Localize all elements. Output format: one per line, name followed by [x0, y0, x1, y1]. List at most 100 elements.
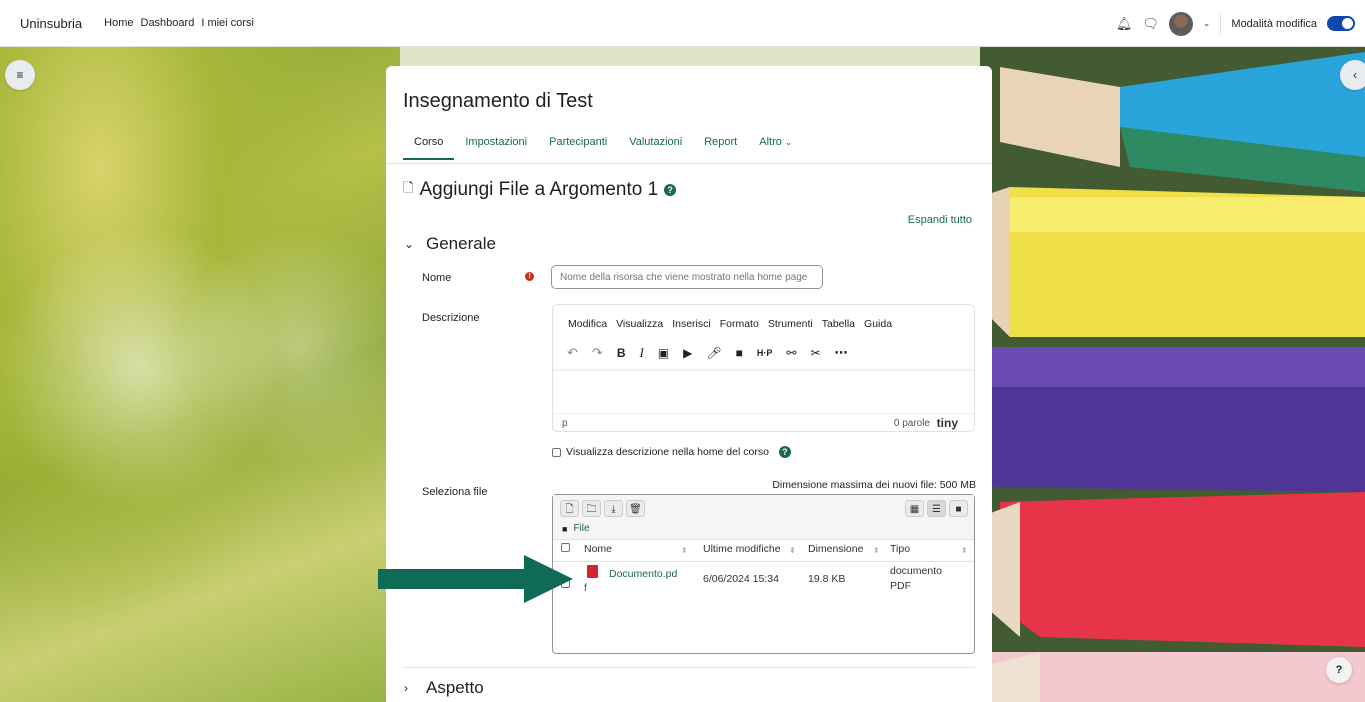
sort-icon[interactable]: ⬍ — [681, 546, 688, 555]
redo-icon[interactable]: ↷ — [592, 345, 603, 361]
tab-partecipanti[interactable]: Partecipanti — [538, 136, 618, 160]
tab-valutazioni[interactable]: Valutazioni — [618, 136, 693, 160]
file-manager-path: ■ File — [562, 523, 590, 534]
name-label: Nome — [422, 272, 452, 284]
file-manager-toolbar: 🗋︎ 🗀︎ ⤓ 🗑︎ ▦ ☰ ■ ■ File — [553, 495, 974, 540]
edit-mode-toggle[interactable] — [1327, 16, 1355, 31]
user-controls: 🔔︎ 🗨︎ ⌄ Modalità modifica — [1116, 0, 1355, 47]
tab-altro[interactable]: Altro ⌄ — [748, 136, 803, 160]
description-editor: Modifica Visualizza Inserisci Formato St… — [552, 304, 975, 432]
h5p-icon[interactable]: H·P — [757, 348, 773, 358]
show-description-row: Visualizza descrizione nella home del co… — [552, 446, 791, 458]
tree-view-folder-icon[interactable]: ■ — [949, 500, 968, 517]
show-description-label: Visualizza descrizione nella home del co… — [566, 446, 769, 458]
editor-menu-guida[interactable]: Guida — [864, 318, 892, 330]
editor-element-path[interactable]: p — [562, 418, 568, 429]
page-heading-text: Aggiungi File a Argomento 1 — [419, 179, 659, 200]
column-name[interactable]: Nome — [584, 543, 612, 555]
editor-menu-tabella[interactable]: Tabella — [822, 318, 855, 330]
navbar-divider — [1220, 13, 1222, 34]
help-question-button[interactable]: ? — [1326, 657, 1352, 683]
tiny-logo-text: tiny — [936, 416, 958, 430]
unlink-icon[interactable]: ✂ — [810, 346, 820, 360]
page-heading: 🗋︎ Aggiungi File a Argomento 1 ? — [403, 179, 677, 201]
user-menu-chevron-down-icon[interactable]: ⌄ — [1203, 18, 1211, 29]
description-label: Descrizione — [422, 312, 480, 324]
background-pencils — [980, 47, 1365, 702]
section-generale-toggle[interactable]: ⌄ Generale — [404, 234, 496, 254]
file-manager: 🗋︎ 🗀︎ ⤓ 🗑︎ ▦ ☰ ■ ■ File Nome ⬍ Ultime mo… — [552, 494, 975, 654]
media-icon[interactable]: ▶ — [683, 346, 692, 360]
edit-mode-label: Modalità modifica — [1231, 17, 1317, 30]
file-name-line1[interactable]: Documento.pd — [609, 568, 677, 580]
messages-chat-icon[interactable]: 🗨︎ — [1142, 16, 1159, 32]
tab-impostazioni[interactable]: Impostazioni — [454, 136, 538, 160]
notifications-bell-icon[interactable]: 🔔︎ — [1116, 16, 1133, 32]
more-options-icon[interactable]: ⋯ — [835, 345, 848, 361]
file-size: 19.8 KB — [808, 573, 846, 585]
grid-view-icon[interactable]: ▦ — [905, 500, 924, 517]
sort-icon[interactable]: ⬍ — [961, 546, 968, 555]
tiny-logo: tiny — [937, 416, 958, 430]
file-table-header: Nome ⬍ Ultime modifiche ⬍ Dimensione ⬍ T… — [553, 539, 974, 562]
column-type[interactable]: Tipo — [890, 543, 910, 555]
tab-report[interactable]: Report — [693, 136, 748, 160]
italic-icon[interactable]: I — [639, 345, 643, 361]
nav-link-home[interactable]: Home — [104, 17, 133, 29]
editor-menu-formato[interactable]: Formato — [720, 318, 759, 330]
file-name-line2[interactable]: f — [584, 582, 587, 594]
list-view-icon[interactable]: ☰ — [927, 500, 946, 517]
column-size[interactable]: Dimensione — [808, 543, 863, 555]
sort-icon[interactable]: ⬍ — [873, 546, 880, 555]
tab-altro-label: Altro — [759, 136, 782, 148]
editor-content-area[interactable] — [553, 369, 974, 373]
file-manager-view-switch: ▦ ☰ ■ — [905, 500, 968, 517]
top-navbar: Uninsubria Home Dashboard I miei corsi 🔔… — [0, 0, 1365, 47]
section-generale-title: Generale — [426, 234, 496, 253]
nav-link-my-courses[interactable]: I miei corsi — [201, 17, 254, 29]
help-icon[interactable]: ? — [664, 184, 677, 196]
section-divider — [403, 667, 975, 668]
editor-menu-modifica[interactable]: Modifica — [568, 318, 607, 330]
tabs-divider — [386, 163, 992, 164]
chevron-down-icon: ⌄ — [784, 137, 793, 147]
course-index-drawer-button[interactable]: ≡ — [5, 60, 35, 90]
download-icon[interactable]: ⤓ — [604, 500, 623, 517]
block-drawer-button[interactable]: ‹ — [1340, 60, 1365, 90]
show-description-checkbox[interactable] — [552, 447, 561, 457]
table-row[interactable]: Documento.pd f 6/06/2024 15:34 19.8 KB d… — [553, 561, 974, 601]
link-icon[interactable]: ⚯ — [786, 346, 796, 360]
video-camera-icon[interactable]: ■ — [736, 346, 743, 360]
sort-icon[interactable]: ⬍ — [789, 546, 796, 555]
microphone-icon[interactable]: 🎤︎ — [706, 346, 721, 360]
editor-menu-inserisci[interactable]: Inserisci — [672, 318, 711, 330]
site-brand[interactable]: Uninsubria — [20, 16, 82, 31]
create-folder-icon[interactable]: 🗀︎ — [582, 500, 601, 517]
editor-menu-visualizza[interactable]: Visualizza — [616, 318, 663, 330]
column-modified[interactable]: Ultime modifiche — [703, 543, 781, 555]
nav-link-dashboard[interactable]: Dashboard — [141, 17, 195, 29]
help-icon[interactable]: ? — [778, 446, 791, 458]
editor-word-count[interactable]: 0 parole — [894, 418, 930, 429]
pdf-file-icon — [587, 565, 598, 578]
image-icon[interactable]: ▣ — [658, 346, 669, 360]
file-modified: 6/06/2024 15:34 — [703, 573, 779, 585]
folder-icon: ■ — [562, 523, 568, 534]
name-input[interactable] — [551, 265, 823, 289]
tab-corso[interactable]: Corso — [403, 136, 455, 160]
select-all-checkbox[interactable] — [561, 543, 570, 552]
file-type-line2: PDF — [890, 580, 911, 592]
undo-icon[interactable]: ↶ — [567, 345, 578, 361]
bold-icon[interactable]: B — [617, 346, 626, 360]
expand-all-link[interactable]: Espandi tutto — [908, 214, 972, 226]
add-file-icon[interactable]: 🗋︎ — [560, 500, 579, 517]
section-aspetto-toggle[interactable]: › Aspetto — [404, 678, 484, 698]
path-root-link[interactable]: File — [573, 523, 589, 534]
max-file-size: Dimensione massima dei nuovi file: 500 M… — [772, 479, 976, 491]
editor-menu-strumenti[interactable]: Strumenti — [768, 318, 813, 330]
user-avatar[interactable] — [1168, 11, 1193, 36]
editor-menubar: Modifica Visualizza Inserisci Formato St… — [568, 318, 892, 330]
main-content-card: Insegnamento di Test Corso Impostazioni … — [386, 66, 992, 702]
delete-trash-icon[interactable]: 🗑︎ — [626, 500, 645, 517]
chevron-down-icon: ⌄ — [404, 237, 415, 251]
